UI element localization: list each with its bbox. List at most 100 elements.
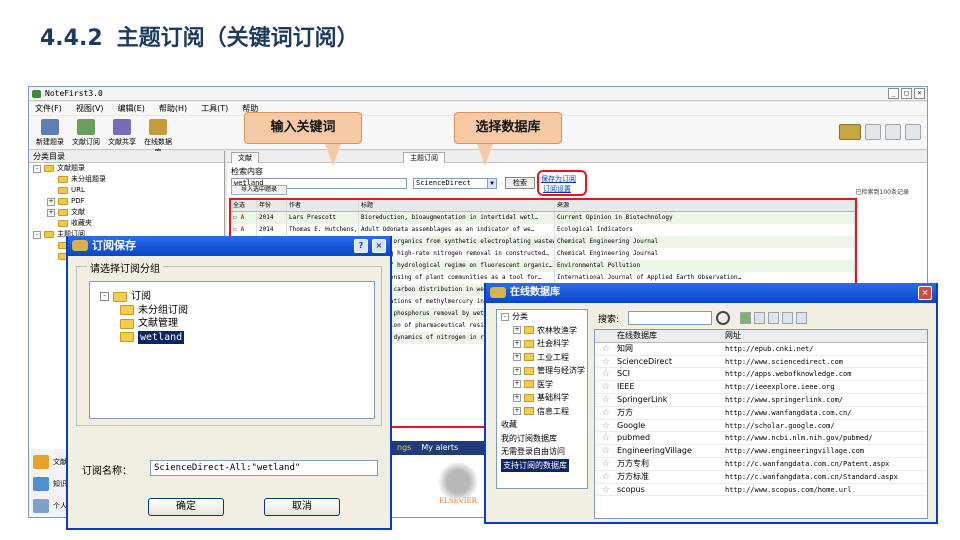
row-select[interactable]: ☐A	[231, 224, 257, 236]
table-row[interactable]: ☆ 万方 http://www.wanfangdata.com.cn/	[595, 407, 927, 420]
db-name[interactable]: ScienceDirect	[617, 356, 725, 368]
col-year[interactable]: 年份	[257, 200, 287, 211]
db-url[interactable]: http://epub.cnki.net/	[725, 343, 925, 355]
delete-db-icon[interactable]	[782, 312, 793, 324]
subscription-settings-link[interactable]: 订阅设置	[543, 184, 571, 194]
star-icon[interactable]: ☆	[595, 368, 617, 380]
table-row[interactable]: ☐A2014Thomas E. Hutchens, Jason T…Adult …	[231, 224, 855, 236]
category-item[interactable]: + 医学	[497, 378, 587, 392]
category-item[interactable]: + 基础科学	[497, 391, 587, 405]
db-url[interactable]: http://www.scopus.com/home.url	[725, 484, 925, 496]
tree-toggle-icon[interactable]: +	[47, 197, 55, 206]
tree-toggle-icon[interactable]: +	[513, 380, 521, 389]
star-icon[interactable]: ☆	[595, 420, 617, 432]
category-item[interactable]: 我的订阅数据库	[497, 432, 587, 446]
col-author[interactable]: 作者	[287, 200, 359, 211]
search-button[interactable]: 检索	[505, 177, 535, 189]
tree-item[interactable]: + PDF	[29, 196, 224, 207]
db-url[interactable]: http://c.wanfangdata.com.cn/Standard.asp…	[725, 471, 925, 483]
refresh-icon[interactable]	[865, 124, 881, 140]
db-name[interactable]: scopus	[617, 484, 725, 496]
nav-records[interactable]: 文献	[53, 457, 67, 467]
db-name[interactable]: Google	[617, 420, 725, 432]
col-source[interactable]: 来源	[555, 200, 855, 211]
tree-toggle-icon[interactable]: +	[513, 407, 521, 416]
menu-edit[interactable]: 编辑(E)	[118, 102, 145, 115]
tree-toggle-icon[interactable]: +	[513, 353, 521, 362]
minimize-button[interactable]: _	[888, 88, 899, 99]
table-row[interactable]: ☆ 万方标准 http://c.wanfangdata.com.cn/Standar…	[595, 471, 927, 484]
row-title[interactable]: Adult Odonata assemblages as an indicato…	[359, 224, 555, 236]
dialog2-close-button[interactable]: ×	[918, 286, 932, 300]
dialog-help-button[interactable]: ?	[354, 239, 368, 253]
copy-db-icon[interactable]	[768, 312, 779, 324]
tree-toggle-icon[interactable]: +	[513, 326, 521, 335]
star-icon[interactable]: ☆	[595, 471, 617, 483]
row-title[interactable]: Bioreduction, bioaugmentation in interti…	[359, 212, 555, 224]
star-icon[interactable]: ☆	[595, 356, 617, 368]
group-tree-item[interactable]: - 订阅	[100, 290, 151, 303]
gears-icon[interactable]	[839, 124, 861, 140]
tree-toggle-icon[interactable]: -	[33, 230, 41, 239]
category-item[interactable]: 收藏	[497, 418, 587, 432]
link-db-icon[interactable]	[796, 312, 807, 324]
my-alerts-link[interactable]: My alerts	[421, 443, 458, 452]
tree-item[interactable]: 未分组题录	[29, 174, 224, 185]
checkbox[interactable]: ☐	[233, 214, 237, 221]
db-url[interactable]: http://ieeexplore.ieee.org	[725, 381, 925, 393]
tab-subscription[interactable]: 主题订阅	[403, 152, 445, 163]
subscription-name-input[interactable]: ScienceDirect-All:"wetland"	[150, 460, 378, 476]
db-url[interactable]: http://www.springerlink.com/	[725, 394, 925, 406]
star-icon[interactable]: ☆	[595, 432, 617, 444]
tree-toggle-icon[interactable]: -	[33, 164, 41, 173]
nav-personal[interactable]: 个人	[53, 501, 67, 511]
db-url[interactable]: http://www.wanfangdata.com.cn/	[725, 407, 925, 419]
tab-records[interactable]: 文献	[231, 152, 259, 163]
tree-toggle-icon[interactable]: -	[501, 312, 509, 321]
close-button[interactable]: ×	[914, 88, 925, 99]
save-subscription-link[interactable]: 保存为订阅	[541, 175, 576, 183]
group-tree-item[interactable]: 未分组订阅	[120, 304, 188, 317]
search-icon[interactable]	[716, 311, 730, 325]
col-title[interactable]: 标题	[359, 200, 555, 211]
db-name[interactable]: 万方	[617, 407, 725, 419]
checkbox[interactable]: ☐	[233, 226, 237, 233]
db-search-input[interactable]	[628, 311, 712, 325]
category-item[interactable]: 支持订阅的数据库	[497, 458, 587, 472]
tree-toggle-icon[interactable]: -	[100, 292, 109, 301]
category-item[interactable]: + 信息工程	[497, 405, 587, 419]
menu-file[interactable]: 文件(F)	[35, 102, 62, 115]
db-name[interactable]: EngineeringVillage	[617, 445, 725, 457]
maximize-button[interactable]: □	[901, 88, 912, 99]
table-row[interactable]: ☆ EngineeringVillage http://www.engineerin…	[595, 445, 927, 458]
db-name[interactable]: IEEE	[617, 381, 725, 393]
row-select[interactable]: ☐A	[231, 212, 257, 224]
db-url[interactable]: http://c.wanfangdata.com.cn/Patent.aspx	[725, 458, 925, 470]
table-row[interactable]: ☆ ScienceDirect http://www.sciencedirect.c…	[595, 356, 927, 369]
table-row[interactable]: ☆ IEEE http://ieeexplore.ieee.org	[595, 381, 927, 394]
table-row[interactable]: ☆ 知网 http://epub.cnki.net/	[595, 343, 927, 356]
group-tree-item[interactable]: wetland	[120, 330, 185, 344]
new-record-button[interactable]: 新建题录	[33, 119, 67, 147]
table-row[interactable]: ☐ A 2014 Lars Prescott Bioreduction, bioaugm…	[231, 212, 855, 224]
star-icon[interactable]: ☆	[595, 458, 617, 470]
edit-db-icon[interactable]	[754, 312, 765, 324]
tree-item[interactable]: 收藏夹	[29, 218, 224, 229]
col-select[interactable]: 全选	[231, 200, 257, 211]
db-name[interactable]: 万方标准	[617, 471, 725, 483]
table-row[interactable]: ☆ pubmed http://www.ncbi.nlm.nih.gov/pubme…	[595, 432, 927, 446]
col-db-name[interactable]: 在线数据库	[617, 330, 725, 342]
star-icon[interactable]: ☆	[595, 394, 617, 406]
category-item[interactable]: 无需登录自由访问	[497, 445, 587, 459]
table-row[interactable]: ☆ 万方专利 http://c.wanfangdata.com.cn/Patent.…	[595, 458, 927, 471]
add-db-icon[interactable]	[740, 312, 751, 324]
db-name[interactable]: SpringerLink	[617, 394, 725, 406]
table-row[interactable]: ☆ Google http://scholar.google.com/	[595, 420, 927, 433]
db-name[interactable]: pubmed	[617, 432, 725, 444]
db-url[interactable]: http://www.ncbi.nlm.nih.gov/pubmed/	[725, 432, 925, 444]
menu-tools[interactable]: 工具(T)	[201, 102, 228, 115]
menu-view[interactable]: 视图(V)	[76, 102, 104, 115]
ok-button[interactable]: 确定	[148, 498, 224, 516]
db-url[interactable]: http://www.sciencedirect.com	[725, 356, 925, 368]
import-selected-button[interactable]: 导入选中题录	[231, 185, 287, 195]
